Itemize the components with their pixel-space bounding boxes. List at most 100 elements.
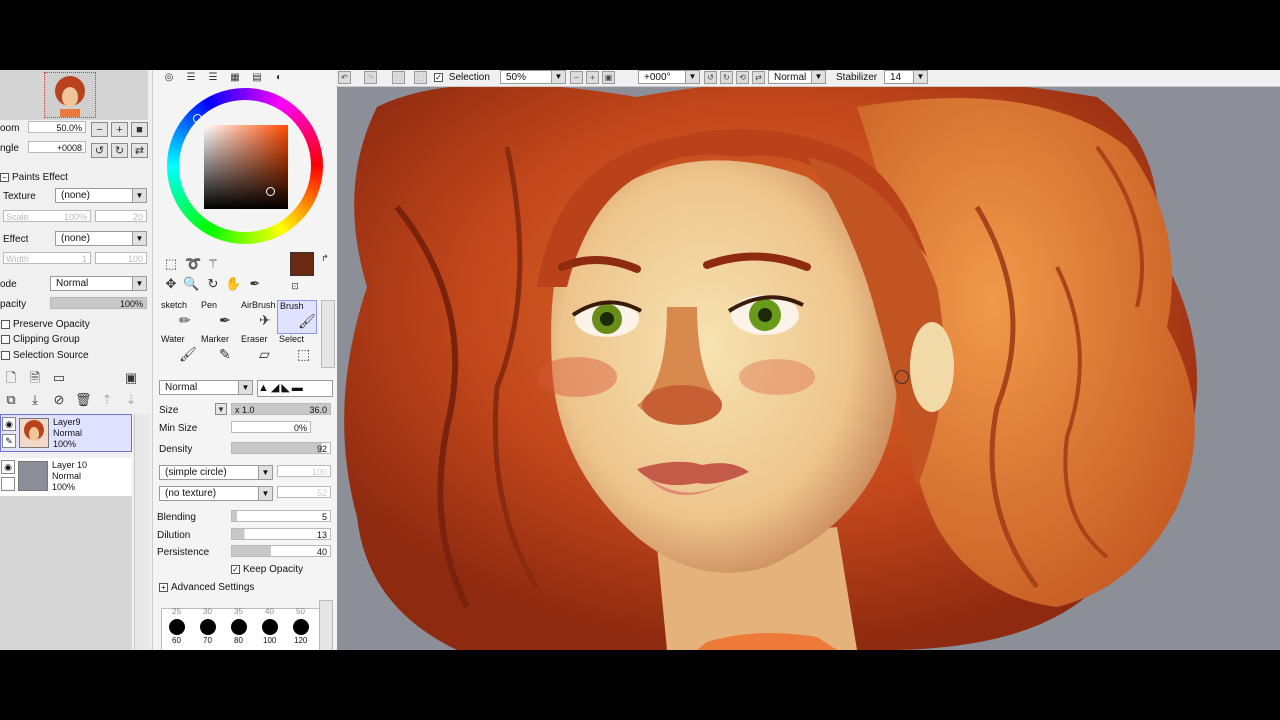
copy-layer-icon[interactable]: ⧉ — [3, 392, 19, 408]
saturation-value-square[interactable] — [204, 125, 288, 209]
primary-color-swatch[interactable] — [290, 252, 314, 276]
eyedropper-icon[interactable]: ✒ — [247, 276, 263, 292]
zoom-out-icon[interactable]: − — [570, 71, 583, 84]
effect-width-slider[interactable]: Width 1 — [3, 252, 91, 264]
texture-strength-slider[interactable]: 20 — [95, 210, 147, 222]
swap-colors-icon[interactable]: ↱ — [317, 250, 333, 266]
dilution-slider[interactable]: 13 — [231, 528, 331, 540]
layer-item[interactable]: ◉ Layer 10 Normal 100% — [0, 458, 132, 496]
brush-preset-dot[interactable] — [262, 619, 278, 635]
layer-item-selected[interactable]: ◉ ✎ Layer9 Normal 100% — [0, 414, 132, 452]
rotate-ccw-icon[interactable]: ↺ — [704, 71, 717, 84]
navigator-thumbnail[interactable] — [44, 72, 96, 118]
rotate-left-button[interactable]: ↺ — [91, 143, 108, 158]
brush-preset-dot[interactable] — [231, 619, 247, 635]
presets-scrollbar[interactable] — [319, 600, 333, 650]
brush-tool-water[interactable]: Water 🖌 — [159, 334, 199, 368]
new-folder-icon[interactable]: ▭ — [51, 370, 67, 386]
advanced-settings-toggle[interactable]: + Advanced Settings — [159, 580, 254, 594]
delete-layer-icon[interactable]: 🗑 — [75, 392, 92, 408]
layer-up-icon[interactable]: ⇡ — [99, 392, 115, 408]
preserve-opacity-checkbox[interactable]: Preserve Opacity — [1, 317, 90, 331]
zoom-fit-icon[interactable]: ▣ — [602, 71, 615, 84]
brush-tool-select[interactable]: Select ⬚ — [277, 334, 317, 368]
paints-effect-header[interactable]: − Paints Effect — [0, 170, 68, 184]
brush-tool-pen[interactable]: Pen ✒ — [199, 300, 239, 334]
undo-icon[interactable]: ↶ — [338, 71, 351, 84]
navigator[interactable] — [0, 70, 148, 120]
brush-preset-dot[interactable] — [293, 619, 309, 635]
redo-icon[interactable]: ↷ — [364, 71, 377, 84]
clipping-group-checkbox[interactable]: Clipping Group — [1, 332, 80, 346]
zoom-icon[interactable]: 🔍 — [183, 276, 199, 292]
texture-scale-slider[interactable]: Scale 100% — [3, 210, 91, 222]
layer-options-icon[interactable]: ▣ — [123, 370, 139, 386]
brush-shape-dropdown[interactable]: (simple circle) ▼ — [159, 465, 273, 480]
new-linework-layer-icon[interactable]: 🗎 — [27, 370, 43, 386]
hand-icon[interactable]: ✋ — [225, 276, 241, 292]
layer-mode-dropdown[interactable]: Normal ▼ — [50, 276, 147, 291]
rotate-icon[interactable]: ↻ — [205, 276, 221, 292]
eye-icon[interactable]: ◉ — [2, 417, 16, 431]
zoom-reset-button[interactable]: ■ — [131, 122, 148, 137]
size-slider[interactable]: x 1.0 36.0 — [231, 403, 331, 415]
zoom-in-button[interactable]: + — [111, 122, 128, 137]
drawing-canvas[interactable] — [337, 87, 1280, 650]
selection-source-checkbox[interactable]: Selection Source — [1, 348, 89, 362]
texture-dropdown[interactable]: (none) ▼ — [55, 188, 147, 203]
brush-preset-dot[interactable] — [169, 619, 185, 635]
color-wheel-mode-icon[interactable]: ◎ — [161, 70, 177, 86]
user-swatches-icon[interactable]: ▤ — [249, 70, 265, 86]
keep-opacity-checkbox[interactable]: ✓ Keep Opacity — [231, 562, 303, 576]
zoom-dropdown[interactable]: 50% ▼ — [500, 70, 566, 84]
move-icon[interactable]: ✥ — [163, 276, 179, 292]
brush-shape-selector[interactable]: ▲◢◣▬ — [257, 380, 333, 397]
brush-tool-airbrush[interactable]: AirBrush ✈ — [239, 300, 279, 334]
transparent-color-icon[interactable]: ⊡ — [287, 278, 303, 294]
reset-rotation-icon[interactable]: ⟲ — [736, 71, 749, 84]
texture-strength-slider[interactable]: 52 — [277, 486, 331, 498]
hue-marker[interactable] — [193, 114, 202, 123]
min-size-slider[interactable]: 0% — [231, 421, 311, 433]
brush-grid-scrollbar[interactable] — [321, 300, 335, 368]
blend-mode-dropdown[interactable]: Normal ▼ — [159, 380, 253, 395]
rotate-cw-icon[interactable]: ↻ — [720, 71, 733, 84]
hsv-sliders-icon[interactable]: ☰ — [205, 70, 221, 86]
brush-tool-eraser[interactable]: Eraser ▱ — [239, 334, 279, 368]
flip-button[interactable]: ⇄ — [131, 143, 148, 158]
layer-down-icon[interactable]: ⇣ — [123, 392, 139, 408]
brush-tool-brush[interactable]: Brush 🖌 — [277, 300, 317, 334]
brush-tool-sketch[interactable]: sketch ✏ — [159, 300, 199, 334]
rotation-dropdown[interactable]: +000° ▼ — [638, 70, 700, 84]
new-layer-icon[interactable]: 🗋 — [3, 370, 19, 386]
stabilizer-dropdown[interactable]: 14 ▼ — [884, 70, 928, 84]
deselect-icon[interactable]: ⬚ — [392, 71, 405, 84]
display-mode-dropdown[interactable]: Normal ▼ — [768, 70, 826, 84]
eye-icon[interactable]: ◉ — [1, 460, 15, 474]
invert-selection-icon[interactable]: ⬚ — [414, 71, 427, 84]
selection-toggle[interactable]: ✓ Selection — [434, 71, 490, 84]
density-slider[interactable]: 92 — [231, 442, 331, 454]
scratchpad-icon[interactable]: ◐ — [271, 70, 287, 86]
zoom-out-button[interactable]: − — [91, 122, 108, 137]
brush-lock-icon[interactable] — [1, 477, 15, 491]
clear-layer-icon[interactable]: ⊘ — [51, 392, 67, 408]
blending-slider[interactable]: 5 — [231, 510, 331, 522]
flip-horizontal-icon[interactable]: ⇄ — [752, 71, 765, 84]
angle-slider[interactable]: +0008 — [28, 141, 86, 153]
persistence-slider[interactable]: 40 — [231, 545, 331, 557]
lasso-icon[interactable]: ➰ — [185, 256, 201, 272]
brush-texture-dropdown[interactable]: (no texture) ▼ — [159, 486, 273, 501]
rect-select-icon[interactable]: ⬚ — [163, 256, 179, 272]
zoom-in-icon[interactable]: + — [586, 71, 599, 84]
brush-preset-dot[interactable] — [200, 619, 216, 635]
size-dropdown-icon[interactable]: ▼ — [215, 403, 227, 415]
opacity-slider[interactable]: 100% — [50, 297, 147, 309]
rotate-right-button[interactable]: ↻ — [111, 143, 128, 158]
effect-dropdown[interactable]: (none) ▼ — [55, 231, 147, 246]
swatches-icon[interactable]: ▦ — [227, 70, 243, 86]
color-picker-marker[interactable] — [266, 187, 275, 196]
merge-down-icon[interactable]: ⤓ — [27, 392, 43, 408]
layer-scrollbar[interactable] — [134, 414, 149, 650]
effect-strength-slider[interactable]: 100 — [95, 252, 147, 264]
